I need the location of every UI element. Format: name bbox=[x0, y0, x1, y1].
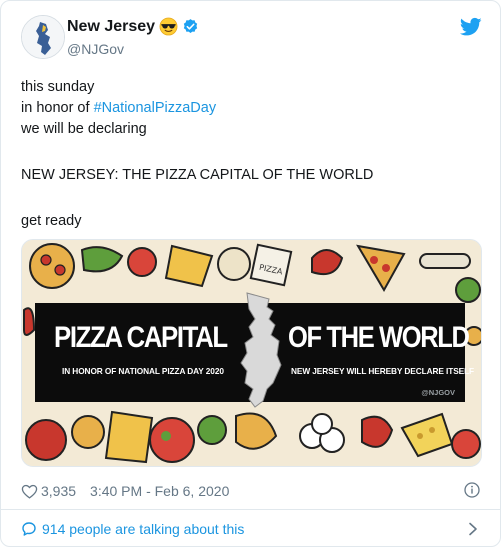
banner-title-left: PIZZA CAPITAL bbox=[54, 321, 228, 354]
talking-count-text[interactable]: 914 people are talking about this bbox=[42, 521, 244, 537]
tweet-line: in honor of #NationalPizzaDay bbox=[21, 98, 482, 119]
sunglasses-face-icon bbox=[159, 17, 178, 36]
tweet-line: this sunday bbox=[21, 79, 95, 95]
banner-watermark: @NJGOV bbox=[421, 388, 455, 397]
verified-badge-icon bbox=[183, 19, 198, 33]
banner-subtitle-left: IN HONOR OF NATIONAL PIZZA DAY 2020 bbox=[62, 366, 224, 376]
chevron-right-icon[interactable] bbox=[468, 522, 478, 536]
hashtag-link[interactable]: #NationalPizzaDay bbox=[94, 100, 217, 116]
tweet-meta: 3,935 3:40 PM - Feb 6, 2020 bbox=[21, 481, 482, 501]
talking-about-link[interactable]: 914 people are talking about this bbox=[21, 513, 482, 545]
divider bbox=[1, 509, 500, 510]
info-icon[interactable] bbox=[464, 482, 480, 498]
name-row: New Jersey bbox=[67, 17, 199, 36]
tweet-text: this sunday in honor of #NationalPizzaDa… bbox=[21, 77, 482, 232]
banner-title-right: OF THE WORLD bbox=[288, 321, 470, 354]
banner-subtitle-right: NEW JERSEY WILL HEREBY DECLARE ITSELF bbox=[291, 366, 475, 376]
timestamp[interactable]: 3:40 PM - Feb 6, 2020 bbox=[90, 483, 229, 499]
tweet-card: New Jersey @NJGov this sunday in honor o… bbox=[0, 0, 501, 547]
like-count[interactable]: 3,935 bbox=[41, 483, 76, 499]
heart-icon[interactable] bbox=[21, 483, 38, 500]
tweet-line: NEW JERSEY: THE PIZZA CAPITAL OF THE WOR… bbox=[21, 167, 374, 183]
tweet-media-image[interactable]: PIZZA PIZZA CAPITAL OF THE WORLD IN HONO… bbox=[21, 239, 482, 467]
tweet-line: we will be declaring bbox=[21, 121, 147, 137]
new-jersey-map-icon bbox=[240, 292, 282, 408]
display-name[interactable]: New Jersey bbox=[67, 18, 155, 36]
tweet-line: get ready bbox=[21, 213, 82, 229]
pizza-capital-banner: PIZZA CAPITAL OF THE WORLD IN HONOR OF N… bbox=[35, 292, 474, 408]
handle[interactable]: @NJGov bbox=[67, 41, 124, 57]
avatar[interactable] bbox=[21, 15, 65, 59]
tweet-header: New Jersey @NJGov bbox=[21, 15, 482, 63]
comment-bubble-icon bbox=[22, 522, 36, 536]
twitter-bird-icon[interactable] bbox=[460, 17, 482, 37]
tweet-line-prefix: in honor of bbox=[21, 100, 94, 116]
